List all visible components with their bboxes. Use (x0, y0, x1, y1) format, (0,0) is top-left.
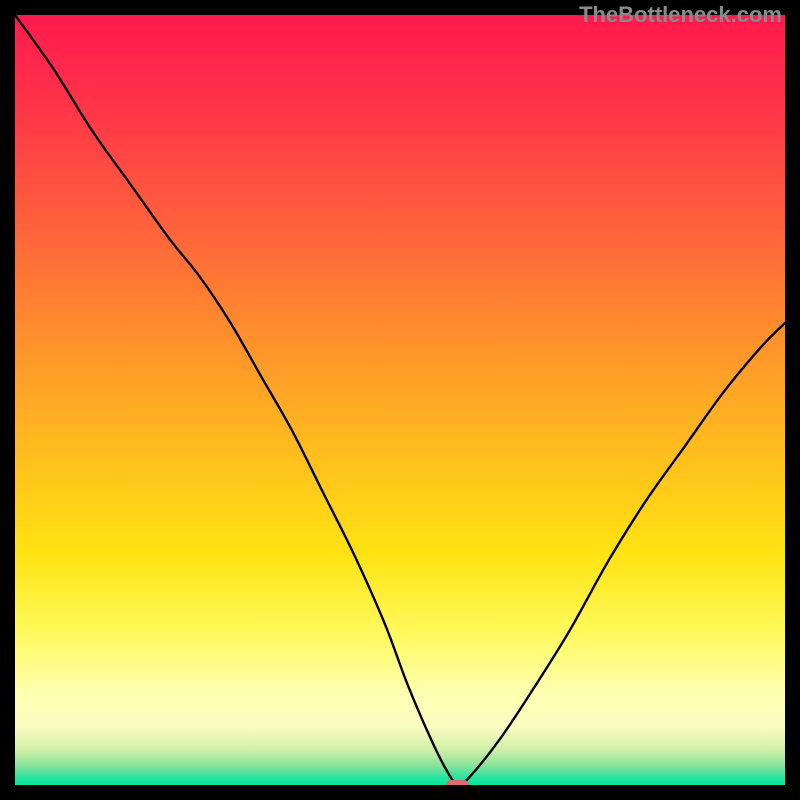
plot-area (15, 15, 785, 785)
bottleneck-curve (15, 15, 785, 785)
watermark-text: TheBottleneck.com (579, 2, 782, 28)
optimal-marker (446, 780, 469, 785)
chart-frame: TheBottleneck.com (0, 0, 800, 800)
